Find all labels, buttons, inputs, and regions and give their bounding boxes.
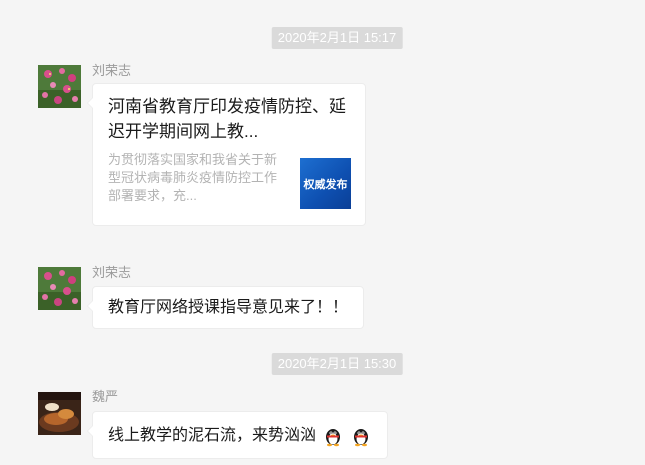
flower-photo-avatar-icon [38,65,81,108]
timestamp-2: 2020年2月1日 15:30 [271,353,403,375]
card-description: 为贯彻落实国家和我省关于新型冠状病毒肺炎疫情防控工作部署要求，充... [108,152,278,203]
avatar[interactable] [38,267,81,310]
link-card[interactable]: 河南省教育厅印发疫情防控、延迟开学期间网上教... 为贯彻落实国家和我省关于新型… [87,83,366,226]
card-thumbnail-label: 权威发布 [303,178,348,191]
message-bubble[interactable]: 线上教学的泥石流，来势汹汹 [86,411,389,459]
penguin-emoji-icon [326,428,341,446]
card-thumbnail: 权威发布 [300,158,351,209]
sender-name: 刘荣志 [92,63,132,78]
message-text: 线上教学的泥石流，来势汹汹 [108,427,317,444]
sender-name: 魏严 [92,389,119,404]
sender-name: 刘荣志 [92,265,132,280]
message-text: 教育厅网络授课指导意见来了！！ [108,299,349,316]
flower-photo-avatar-icon [38,267,81,310]
card-title: 河南省教育厅印发疫情防控、延迟开学期间网上教... [108,97,346,141]
avatar[interactable] [38,392,81,435]
timestamp-1: 2020年2月1日 15:17 [271,27,403,49]
avatar[interactable] [38,65,81,108]
food-photo-avatar-icon [38,392,81,435]
message-bubble[interactable]: 教育厅网络授课指导意见来了！！ [86,286,365,329]
penguin-emoji-icon [354,428,369,446]
